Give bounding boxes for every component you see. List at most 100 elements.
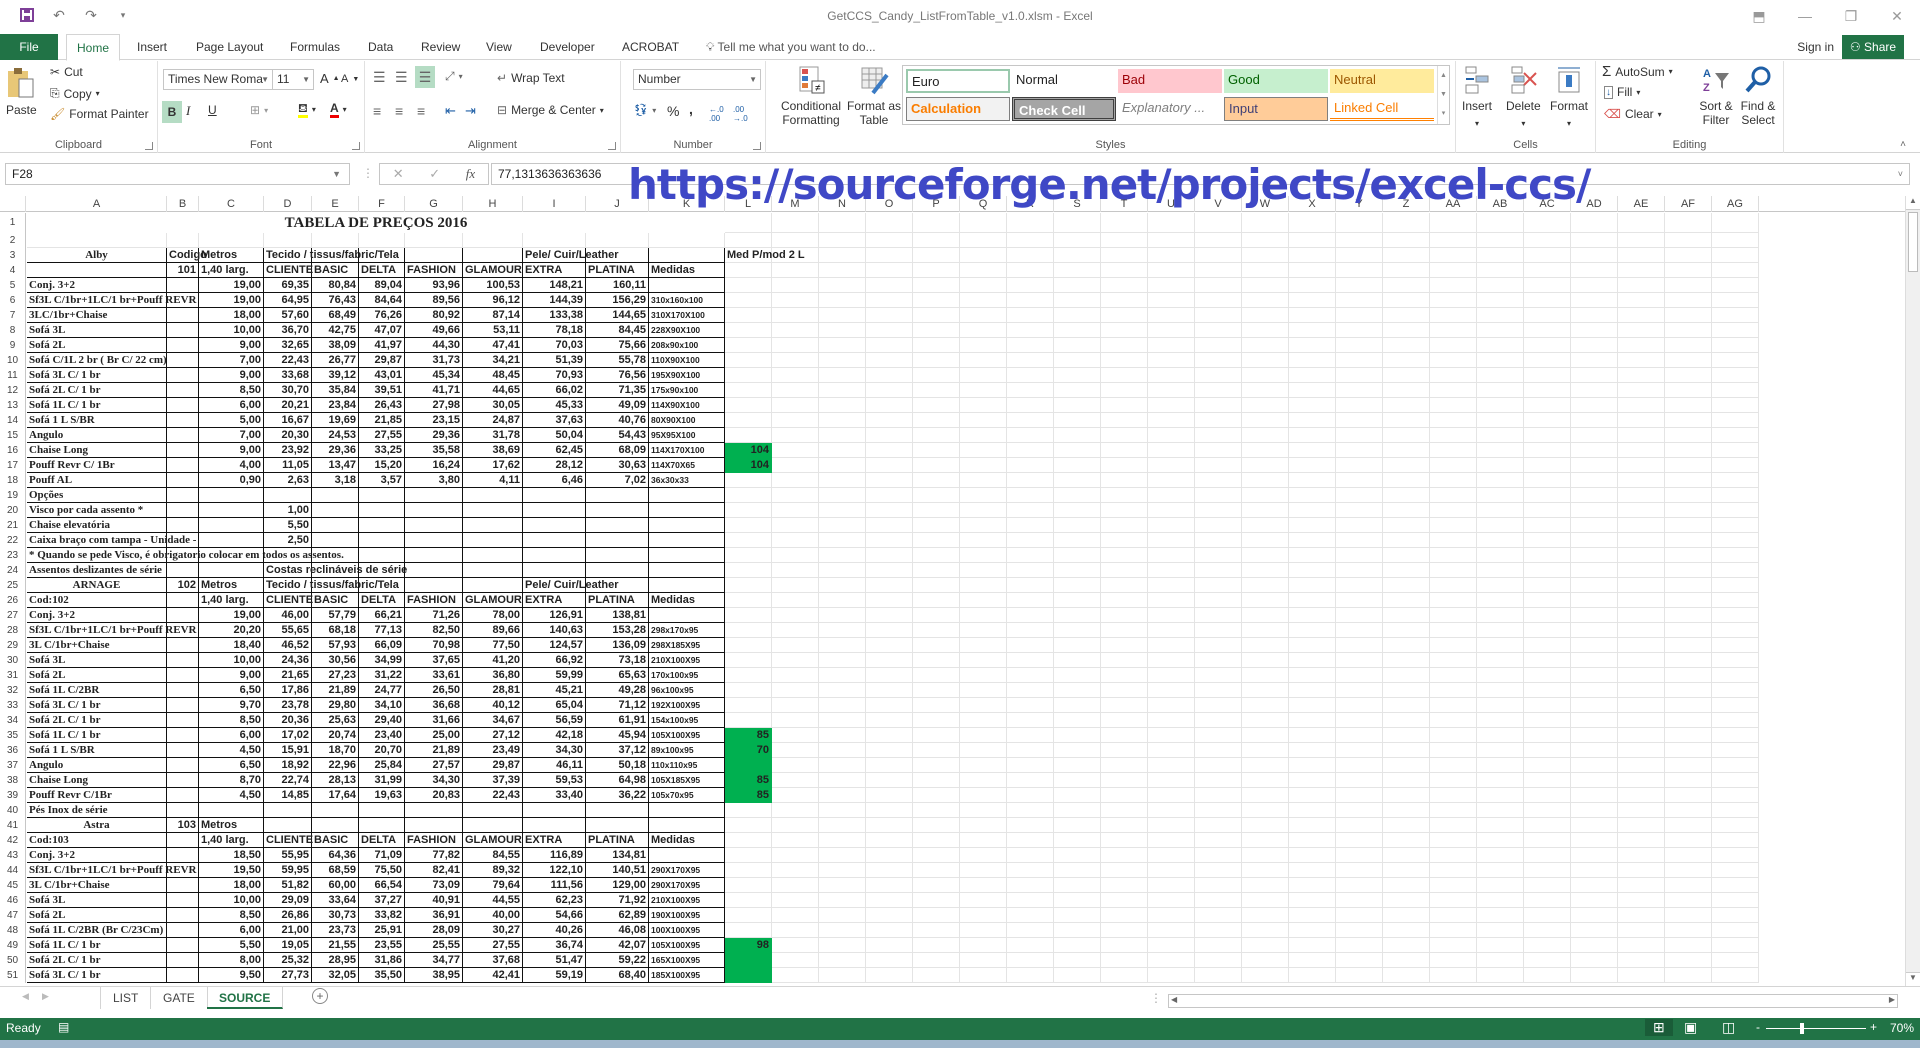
cell[interactable] bbox=[1383, 413, 1430, 428]
cell[interactable] bbox=[1054, 713, 1101, 728]
cell[interactable] bbox=[1571, 413, 1618, 428]
cell-j42[interactable]: PLATINA bbox=[586, 833, 649, 848]
cell-f12[interactable]: 39,51 bbox=[359, 383, 405, 398]
cell-f7[interactable]: 76,26 bbox=[359, 308, 405, 323]
cell[interactable] bbox=[1007, 698, 1054, 713]
cell[interactable] bbox=[1430, 263, 1477, 278]
cell[interactable] bbox=[1712, 353, 1759, 368]
formula-bar-splitter[interactable]: ⋮ bbox=[362, 166, 374, 180]
font-launcher-icon[interactable] bbox=[352, 142, 360, 150]
cell[interactable] bbox=[960, 578, 1007, 593]
cell-j8[interactable]: 84,45 bbox=[586, 323, 649, 338]
cell[interactable] bbox=[1148, 368, 1195, 383]
cell-d10[interactable]: 22,43 bbox=[264, 353, 312, 368]
cell[interactable] bbox=[1101, 878, 1148, 893]
cell[interactable] bbox=[913, 788, 960, 803]
top-align-button[interactable]: ☰ bbox=[373, 69, 386, 86]
cell[interactable] bbox=[1383, 623, 1430, 638]
cell-j15[interactable]: 54,43 bbox=[586, 428, 649, 443]
cell-j36[interactable]: 37,12 bbox=[586, 743, 649, 758]
cell[interactable] bbox=[1524, 773, 1571, 788]
cell-a39[interactable]: Pouff Revr C/1Br bbox=[27, 788, 167, 803]
cell[interactable] bbox=[1148, 263, 1195, 278]
cell[interactable] bbox=[1242, 458, 1289, 473]
cell[interactable] bbox=[1430, 503, 1477, 518]
cell-j13[interactable]: 49,09 bbox=[586, 398, 649, 413]
cell[interactable] bbox=[1289, 773, 1336, 788]
cell[interactable] bbox=[1336, 473, 1383, 488]
cell[interactable] bbox=[866, 713, 913, 728]
cell[interactable] bbox=[866, 563, 913, 578]
cell[interactable] bbox=[1477, 593, 1524, 608]
cell-f9[interactable]: 41,97 bbox=[359, 338, 405, 353]
cell[interactable] bbox=[1430, 413, 1477, 428]
cell-h34[interactable]: 34,67 bbox=[463, 713, 523, 728]
cell-d51[interactable]: 27,73 bbox=[264, 968, 312, 983]
cell[interactable] bbox=[1618, 923, 1665, 938]
cell[interactable] bbox=[1477, 788, 1524, 803]
style-euro[interactable]: Euro bbox=[906, 69, 1010, 93]
cell-i43[interactable]: 116,89 bbox=[523, 848, 586, 863]
cell[interactable] bbox=[913, 578, 960, 593]
cell-k12[interactable]: 175x90x100 bbox=[649, 383, 725, 398]
cell[interactable] bbox=[1571, 653, 1618, 668]
cell-h30[interactable]: 41,20 bbox=[463, 653, 523, 668]
cell[interactable] bbox=[1336, 803, 1383, 818]
cell[interactable] bbox=[1101, 803, 1148, 818]
row-header[interactable]: 20 bbox=[0, 503, 26, 518]
cell-i8[interactable]: 78,18 bbox=[523, 323, 586, 338]
cell[interactable] bbox=[1007, 638, 1054, 653]
cell[interactable] bbox=[1336, 443, 1383, 458]
cell[interactable] bbox=[866, 428, 913, 443]
cell[interactable] bbox=[1195, 353, 1242, 368]
cell[interactable] bbox=[1430, 758, 1477, 773]
cell[interactable] bbox=[772, 533, 819, 548]
cell-j35[interactable]: 45,94 bbox=[586, 728, 649, 743]
cell[interactable] bbox=[960, 443, 1007, 458]
cell[interactable] bbox=[1289, 278, 1336, 293]
cell-c28[interactable]: 20,20 bbox=[199, 623, 264, 638]
cell[interactable] bbox=[772, 803, 819, 818]
cell[interactable] bbox=[1665, 668, 1712, 683]
cell-h15[interactable]: 31,78 bbox=[463, 428, 523, 443]
cell-a17[interactable]: Pouff Revr C/ 1Br bbox=[27, 458, 167, 473]
cell-g49[interactable]: 25,55 bbox=[405, 938, 463, 953]
cell[interactable] bbox=[819, 563, 866, 578]
cell[interactable] bbox=[1101, 578, 1148, 593]
cell-g18[interactable]: 3,80 bbox=[405, 473, 463, 488]
cell[interactable] bbox=[1195, 683, 1242, 698]
cell-j44[interactable]: 140,51 bbox=[586, 863, 649, 878]
cell[interactable] bbox=[1665, 698, 1712, 713]
cell[interactable] bbox=[1712, 728, 1759, 743]
row-header[interactable]: 26 bbox=[0, 593, 26, 608]
cell[interactable] bbox=[1383, 743, 1430, 758]
cell[interactable] bbox=[1007, 428, 1054, 443]
cell[interactable] bbox=[1524, 803, 1571, 818]
cell[interactable] bbox=[1430, 863, 1477, 878]
cell[interactable] bbox=[586, 563, 649, 578]
cell[interactable] bbox=[1430, 638, 1477, 653]
cell[interactable] bbox=[586, 503, 649, 518]
cell[interactable] bbox=[1336, 308, 1383, 323]
cell-d29[interactable]: 46,52 bbox=[264, 638, 312, 653]
cell[interactable] bbox=[1383, 578, 1430, 593]
cell[interactable] bbox=[1054, 758, 1101, 773]
cell[interactable] bbox=[866, 233, 913, 248]
cell-b4[interactable]: 101 bbox=[167, 263, 199, 278]
cell-j51[interactable]: 68,40 bbox=[586, 968, 649, 983]
cell-h29[interactable]: 77,50 bbox=[463, 638, 523, 653]
cell-k9[interactable]: 208x90x100 bbox=[649, 338, 725, 353]
cell[interactable] bbox=[913, 863, 960, 878]
cell[interactable] bbox=[1054, 443, 1101, 458]
cell[interactable] bbox=[1007, 608, 1054, 623]
cell[interactable] bbox=[1148, 773, 1195, 788]
cell[interactable] bbox=[1195, 698, 1242, 713]
cell-g4[interactable]: FASHION bbox=[405, 263, 463, 278]
cell[interactable] bbox=[866, 953, 913, 968]
cell[interactable] bbox=[359, 518, 405, 533]
cell[interactable] bbox=[1524, 848, 1571, 863]
tab-view[interactable]: View bbox=[476, 34, 522, 60]
cell[interactable] bbox=[405, 233, 463, 248]
cell[interactable] bbox=[649, 488, 725, 503]
cell[interactable] bbox=[1430, 653, 1477, 668]
